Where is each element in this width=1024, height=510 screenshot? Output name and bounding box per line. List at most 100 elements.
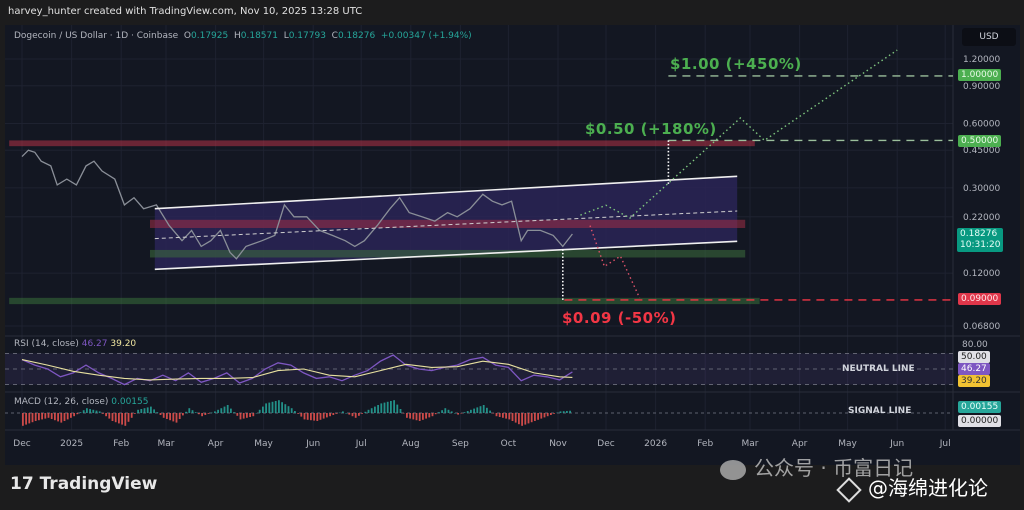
macd-histogram-bar xyxy=(438,412,440,413)
macd-histogram-bar xyxy=(230,408,232,413)
macd-histogram-bar xyxy=(31,413,34,423)
macd-histogram-bar xyxy=(169,413,171,421)
macd-histogram-bar xyxy=(121,413,123,425)
macd-histogram-bar xyxy=(290,408,293,413)
macd-histogram-bar xyxy=(546,413,549,417)
support-zone-bottom xyxy=(9,297,760,305)
macd-histogram-bar xyxy=(124,413,127,426)
time-axis-tick: Aug xyxy=(402,439,420,449)
macd-histogram-bar xyxy=(473,408,475,413)
price-axis-tick: 0.22000 xyxy=(963,213,1000,223)
macd-histogram-bar xyxy=(265,403,267,413)
macd-histogram-bar xyxy=(271,401,274,413)
macd-histogram-bar xyxy=(191,410,194,413)
price-axis-tick: 0.90000 xyxy=(963,82,1000,92)
macd-histogram-bar xyxy=(521,413,523,426)
macd-histogram-bar xyxy=(326,413,328,418)
macd-histogram-bar xyxy=(383,402,386,413)
macd-histogram-bar xyxy=(86,408,88,413)
macd-histogram-bar xyxy=(137,409,139,413)
current-price: 0.18276 xyxy=(960,229,998,239)
macd-histogram-bar xyxy=(492,413,495,414)
macd-histogram-bar xyxy=(79,412,82,413)
macd-histogram-bar xyxy=(76,413,79,415)
time-axis-tick: 2025 xyxy=(60,439,83,449)
macd-histogram-bar xyxy=(313,413,315,421)
macd-histogram-bar xyxy=(345,413,347,414)
macd-histogram-bar xyxy=(514,413,517,423)
macd-histogram-bar xyxy=(130,413,133,418)
macd-histogram-bar xyxy=(418,413,421,421)
rsi-ma-value: 39.20 xyxy=(110,339,137,349)
macd-histogram-bar xyxy=(262,406,264,413)
time-axis-tick: Jun xyxy=(305,439,320,449)
macd-histogram-bar xyxy=(463,412,466,413)
wechat-icon xyxy=(720,459,746,480)
currency-button[interactable]: USD xyxy=(962,28,1016,46)
signal-line-label: SIGNAL LINE xyxy=(848,406,912,416)
symbol-legend: Dogecoin / US Dollar · 1D · Coinbase O0.… xyxy=(14,31,472,41)
macd-histogram-bar xyxy=(220,408,223,413)
rsi-tick-80: 80.00 xyxy=(962,340,988,350)
macd-histogram-bar xyxy=(358,413,360,416)
macd-value: 0.00155 xyxy=(111,397,149,407)
macd-histogram-bar xyxy=(92,409,95,413)
macd-histogram-bar xyxy=(457,413,459,415)
macd-histogram-bar xyxy=(207,413,210,414)
chart-canvas[interactable]: 1.20000 0.90000 0.60000 0.45000 0.30000 0.220… xyxy=(5,25,1020,465)
time-axis-tick: Dec xyxy=(597,439,614,449)
macd-histogram-bar xyxy=(281,402,283,413)
resistance-zone-mid xyxy=(150,219,746,228)
binance-icon xyxy=(836,476,862,503)
macd-histogram-bar xyxy=(63,413,66,421)
macd-histogram-bar xyxy=(466,411,469,413)
macd-histogram-bar xyxy=(217,409,219,413)
macd-histogram-bar xyxy=(89,409,91,413)
close-value: 0.18276 xyxy=(337,31,376,41)
price-axis-tick: 0.60000 xyxy=(963,119,1000,129)
rsi-value-tag: 46.27 xyxy=(958,363,990,375)
macd-histogram-bar xyxy=(377,405,379,413)
price-tag-009: 0.09000 xyxy=(958,293,1002,305)
time-axis-tick: Nov xyxy=(549,439,567,449)
macd-histogram-bar xyxy=(374,406,376,413)
tv-logo-icon: 𝟭𝟳 xyxy=(10,474,40,494)
price-axis-tick: 0.12000 xyxy=(963,269,1000,279)
macd-histogram-bar xyxy=(428,413,431,418)
macd-histogram-bar xyxy=(50,413,53,419)
open-label: O xyxy=(183,31,192,41)
macd-histogram-bar xyxy=(543,413,546,418)
macd-histogram-bar xyxy=(194,412,197,413)
macd-histogram-bar xyxy=(489,410,491,413)
macd-histogram-bar xyxy=(182,413,184,416)
macd-histogram-bar xyxy=(156,412,159,413)
macd-histogram-bar xyxy=(127,413,130,422)
macd-histogram-bar xyxy=(255,413,258,414)
macd-histogram-bar xyxy=(57,413,59,422)
rsi-legend: RSI (14, close) 46.27 39.20 xyxy=(14,339,136,349)
macd-histogram-bar xyxy=(434,413,437,415)
macd-histogram-bar xyxy=(390,401,392,413)
macd-histogram-bar xyxy=(239,413,242,420)
macd-histogram-bar xyxy=(460,413,463,414)
macd-histogram-bar xyxy=(422,413,424,420)
macd-histogram-bar xyxy=(409,413,411,419)
macd-histogram-bar xyxy=(364,411,367,413)
macd-histogram-bar xyxy=(54,413,56,421)
macd-histogram-bar xyxy=(66,413,69,420)
macd-histogram-bar xyxy=(550,413,552,415)
rsi-value: 46.27 xyxy=(81,339,108,349)
macd-histogram-bar xyxy=(502,413,504,418)
macd-histogram-bar xyxy=(300,413,303,417)
time-axis-tick: 2026 xyxy=(644,439,667,449)
macd-histogram-bar xyxy=(527,413,530,424)
macd-histogram-bar xyxy=(566,410,568,413)
macd-histogram-bar xyxy=(134,413,136,414)
support-zone-mid xyxy=(150,249,746,258)
macd-histogram-bar xyxy=(351,413,354,417)
time-axis-tick: Jul xyxy=(939,439,951,449)
time-axis-tick: Feb xyxy=(697,439,713,449)
chart-area[interactable]: 1.20000 0.90000 0.60000 0.45000 0.30000 0.220… xyxy=(5,25,1020,465)
macd-histogram-bar xyxy=(178,413,181,419)
time-axis-tick: Feb xyxy=(113,439,129,449)
